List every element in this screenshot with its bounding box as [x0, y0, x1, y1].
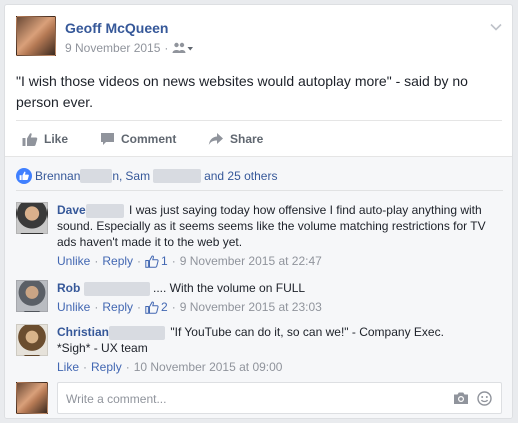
like-reaction-icon: [16, 168, 32, 184]
comment-actions: Unlike · Reply · 1 · 9 November 2015 at …: [57, 253, 497, 269]
post-card: Geoff McQueen 9 November 2015 · "I wish …: [4, 4, 513, 419]
thumbs-up-icon: [22, 132, 38, 146]
dot-separator: ·: [83, 360, 88, 374]
others-link[interactable]: and 25 others: [204, 169, 277, 183]
dot-separator: ·: [171, 300, 176, 314]
redacted-name: [85, 203, 124, 218]
share-arrow-icon: [208, 133, 223, 145]
comment-bubble-icon: [101, 133, 114, 145]
author-name[interactable]: Geoff McQueen: [65, 20, 168, 36]
author-avatar[interactable]: [16, 16, 56, 56]
comment-text: "If YouTube can do it, so can we!" - Com…: [170, 325, 444, 339]
friends-icon[interactable]: [172, 42, 194, 54]
comment-body: Rob .... With the volume on FULL Unlike …: [57, 280, 497, 315]
avatar[interactable]: [16, 202, 48, 234]
share-button[interactable]: Share: [208, 130, 263, 148]
commenter-name[interactable]: Rob: [57, 281, 80, 295]
comment-input-placeholder: Write a comment...: [66, 392, 167, 406]
likes-summary: Brennan n, Sam and 25 others: [16, 165, 502, 187]
reply-link[interactable]: Reply: [102, 253, 133, 269]
feedback-section: Brennan n, Sam and 25 others Dave I was j…: [5, 156, 512, 418]
avatar: [16, 382, 48, 414]
post-header: Geoff McQueen 9 November 2015 ·: [16, 16, 506, 64]
meta-separator: ·: [164, 41, 169, 55]
commenter-name[interactable]: Dave: [57, 203, 86, 217]
emoji-icon[interactable]: [477, 391, 492, 411]
comment-like-count[interactable]: 2: [145, 299, 168, 315]
liker-name[interactable]: Sam: [125, 169, 150, 183]
like-count: 1: [161, 254, 168, 268]
commenter-name[interactable]: Christian: [57, 325, 109, 339]
reply-link[interactable]: Reply: [91, 359, 122, 375]
comment-text-line2: *Sigh* - UX team: [57, 341, 148, 355]
reply-link[interactable]: Reply: [102, 299, 133, 315]
comment-text: .... With the volume on FULL: [153, 281, 306, 295]
avatar[interactable]: [16, 280, 48, 312]
dot-separator: ·: [125, 360, 130, 374]
post-date[interactable]: 9 November 2015: [65, 41, 160, 55]
redacted-name: [109, 325, 166, 340]
divider: [16, 190, 503, 191]
comment-body: Dave I was just saying today how offensi…: [57, 202, 497, 269]
redacted-name: [83, 281, 150, 296]
write-comment-row: Write a comment...: [16, 382, 502, 414]
like-label: Like: [44, 132, 69, 146]
dot-separator: ·: [94, 300, 99, 314]
comment-date[interactable]: 9 November 2015 at 23:03: [180, 299, 322, 315]
comment-like-count[interactable]: 1: [145, 253, 168, 269]
dot-separator: ·: [137, 300, 142, 314]
avatar[interactable]: [16, 324, 48, 356]
unlike-link[interactable]: Unlike: [57, 299, 90, 315]
like-count: 2: [161, 300, 168, 314]
liker-name[interactable]: Brennan: [35, 169, 80, 183]
comment-button[interactable]: Comment: [100, 130, 512, 148]
comment-actions: Like · Reply · 10 November 2015 at 09:00: [57, 359, 497, 375]
dot-separator: ·: [171, 254, 176, 268]
comment-date[interactable]: 10 November 2015 at 09:00: [134, 359, 283, 375]
dot-separator: ·: [137, 254, 142, 268]
unlike-link[interactable]: Unlike: [57, 253, 90, 269]
liker-name-suffix[interactable]: n,: [112, 169, 122, 183]
thumbs-up-outline-icon: [145, 255, 159, 268]
like-button[interactable]: Like: [22, 130, 68, 148]
camera-icon[interactable]: [453, 391, 469, 410]
post-meta: 9 November 2015 ·: [65, 41, 194, 55]
post-actions: Like Comment Share: [16, 120, 502, 156]
redacted-name: [153, 169, 202, 183]
like-link[interactable]: Like: [57, 359, 79, 375]
thumbs-up-outline-icon: [145, 301, 159, 314]
comment-actions: Unlike · Reply · 2 · 9 November 2015 at …: [57, 299, 497, 315]
dot-separator: ·: [94, 254, 99, 268]
comment-input[interactable]: Write a comment...: [57, 382, 502, 414]
chevron-down-icon[interactable]: [490, 18, 502, 36]
redacted-name: [80, 169, 113, 183]
comment-body: Christian "If YouTube can do it, so can …: [57, 324, 497, 375]
comment-label: Comment: [121, 132, 177, 146]
share-label: Share: [230, 132, 264, 146]
post-text: "I wish those videos on news websites wo…: [16, 73, 468, 110]
comment-date[interactable]: 9 November 2015 at 22:47: [180, 253, 322, 269]
